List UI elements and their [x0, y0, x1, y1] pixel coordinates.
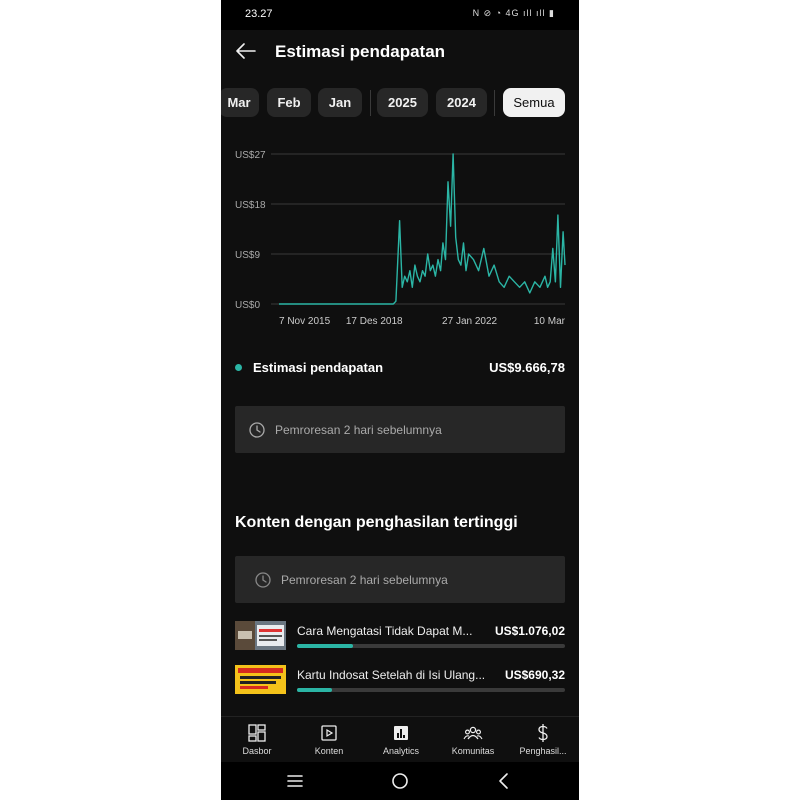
x-tick-label: 10 Mar — [534, 316, 566, 327]
chip-2024[interactable]: 2024 — [436, 88, 487, 117]
back-arrow-icon[interactable] — [233, 38, 259, 64]
y-tick-label: US$0 — [235, 300, 260, 311]
earn-icon — [538, 724, 548, 742]
nav-dasbor[interactable]: Dasbor — [221, 717, 293, 763]
nav-label: Penghasil... — [519, 746, 567, 756]
chip-2025[interactable]: 2025 — [377, 88, 428, 117]
nav-label: Konten — [314, 746, 344, 756]
list-item[interactable]: Kartu Indosat Setelah di Isi Ulang... US… — [235, 665, 565, 701]
nav-label: Analytics — [382, 746, 419, 756]
chip-separator — [370, 90, 371, 116]
earnings-share-fill — [297, 644, 354, 648]
legend-label: Estimasi pendapatan — [253, 360, 384, 375]
period-chips: Mar Feb Jan 2025 2024 Semua — [221, 88, 579, 118]
phone-screen: 23.27 N ⊘ ◔ 4G ıll ıll ▮ Estimasi pendap… — [221, 0, 579, 800]
legend-dot — [235, 364, 242, 371]
content-icon — [321, 725, 337, 741]
content-earnings: US$690,32 — [504, 668, 565, 682]
content-title: Cara Mengatasi Tidak Dapat M... — [297, 624, 473, 638]
nav-penghasilan[interactable]: Penghasil... — [507, 717, 579, 763]
system-navigation-bar — [221, 762, 579, 800]
content-earnings: US$1.076,02 — [494, 624, 565, 638]
top-content-title: Konten dengan penghasilan tertinggi — [235, 514, 518, 531]
home-icon[interactable] — [388, 770, 412, 792]
x-tick-label: 7 Nov 2015 — [279, 316, 331, 327]
processing-text: Pemroresan 2 hari sebelumnya — [275, 423, 442, 437]
video-thumbnail — [235, 621, 286, 650]
chart-legend: Estimasi pendapatan US$9.666,78 — [235, 358, 565, 378]
earnings-share-fill — [297, 688, 332, 692]
content-title: Kartu Indosat Setelah di Isi Ulang... — [297, 668, 486, 682]
list-item[interactable]: Cara Mengatasi Tidak Dapat M... US$1.076… — [235, 621, 565, 657]
bottom-navigation: Dasbor Konten Analytics Komunitas Pengha… — [221, 716, 579, 763]
earnings-share-bar — [297, 688, 565, 692]
earnings-chart: US$0 US$9 US$18 US$27 7 Nov 2015 17 Des 2018 2… — [235, 150, 566, 327]
status-bar: 23.27 N ⊘ ◔ 4G ıll ıll ▮ — [221, 0, 579, 30]
clock-icon — [255, 572, 271, 588]
processing-text: Pemroresan 2 hari sebelumnya — [281, 573, 448, 587]
y-tick-label: US$9 — [235, 250, 260, 261]
chip-semua[interactable]: Semua — [503, 88, 565, 117]
page-title: Estimasi pendapatan — [275, 42, 446, 61]
chip-mar[interactable]: Mar — [221, 88, 259, 117]
clock-icon — [249, 422, 265, 438]
earnings-share-bar — [297, 644, 565, 648]
chip-feb[interactable]: Feb — [267, 88, 311, 117]
status-icons: N ⊘ ◔ 4G ıll ıll ▮ — [472, 8, 555, 18]
legend-total-value: US$9.666,78 — [489, 360, 565, 375]
nav-analytics[interactable]: Analytics — [365, 717, 437, 763]
back-nav-icon[interactable] — [492, 770, 516, 792]
nav-komunitas[interactable]: Komunitas — [437, 717, 509, 763]
app-bar: Estimasi pendapatan — [221, 30, 579, 76]
nav-label: Komunitas — [451, 746, 495, 756]
nav-konten[interactable]: Konten — [293, 717, 365, 763]
y-tick-label: US$18 — [235, 200, 266, 211]
dashboard-icon — [248, 724, 266, 742]
video-thumbnail — [235, 665, 286, 694]
chip-separator — [494, 90, 495, 116]
processing-notice: Pemroresan 2 hari sebelumnya — [235, 406, 565, 453]
analytics-icon — [394, 726, 408, 740]
nav-label: Dasbor — [242, 746, 272, 756]
y-tick-label: US$27 — [235, 150, 266, 161]
chip-jan[interactable]: Jan — [318, 88, 362, 117]
x-tick-label: 27 Jan 2022 — [442, 316, 497, 327]
series-line — [279, 153, 566, 305]
status-time: 23.27 — [245, 8, 273, 20]
x-tick-label: 17 Des 2018 — [346, 316, 403, 327]
community-icon — [463, 726, 483, 740]
recent-apps-icon[interactable] — [283, 770, 307, 792]
top-content-processing-notice: Pemroresan 2 hari sebelumnya — [235, 556, 565, 603]
